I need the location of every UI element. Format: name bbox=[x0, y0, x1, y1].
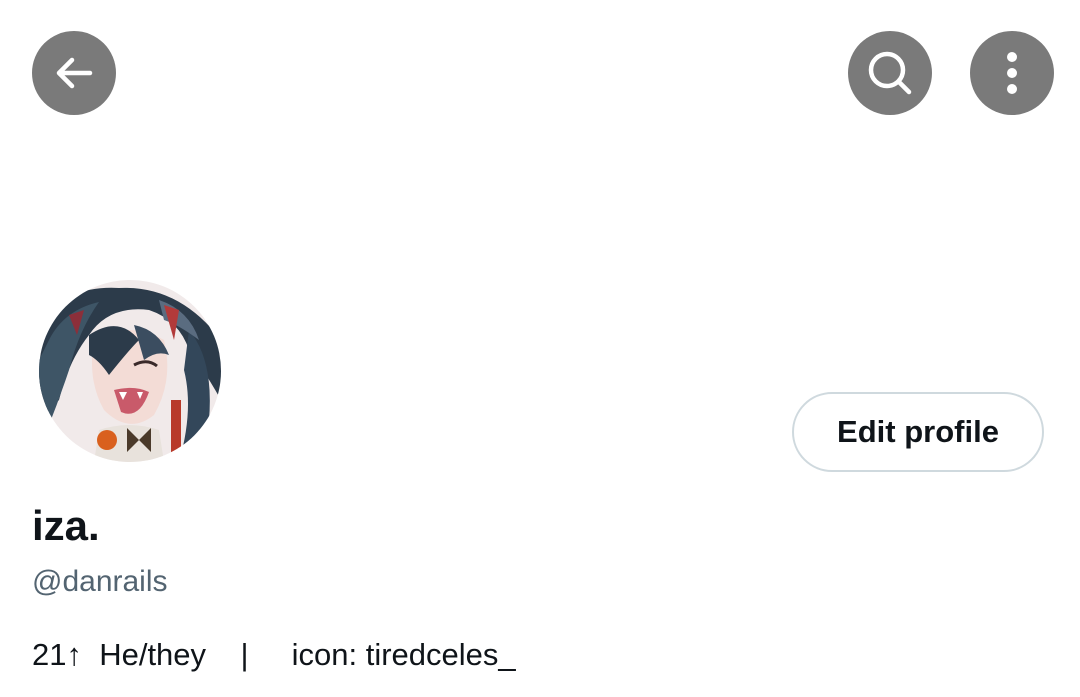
username-handle: @danrails bbox=[32, 565, 168, 598]
profile-page: Edit profile iza. @danrails 21↑ He/they … bbox=[0, 0, 1080, 697]
more-options-button[interactable] bbox=[970, 31, 1054, 115]
back-button[interactable] bbox=[32, 31, 116, 115]
more-vertical-icon bbox=[1002, 49, 1022, 97]
avatar[interactable] bbox=[39, 280, 221, 462]
bio-text: 21↑ He/they | icon: tiredceles_ bbox=[32, 637, 516, 672]
avatar-illustration bbox=[39, 280, 221, 462]
search-icon bbox=[864, 47, 916, 99]
edit-profile-label: Edit profile bbox=[837, 414, 999, 449]
arrow-left-icon bbox=[50, 49, 98, 97]
search-button[interactable] bbox=[848, 31, 932, 115]
edit-profile-button[interactable]: Edit profile bbox=[792, 392, 1044, 472]
display-name: iza. bbox=[32, 502, 100, 549]
